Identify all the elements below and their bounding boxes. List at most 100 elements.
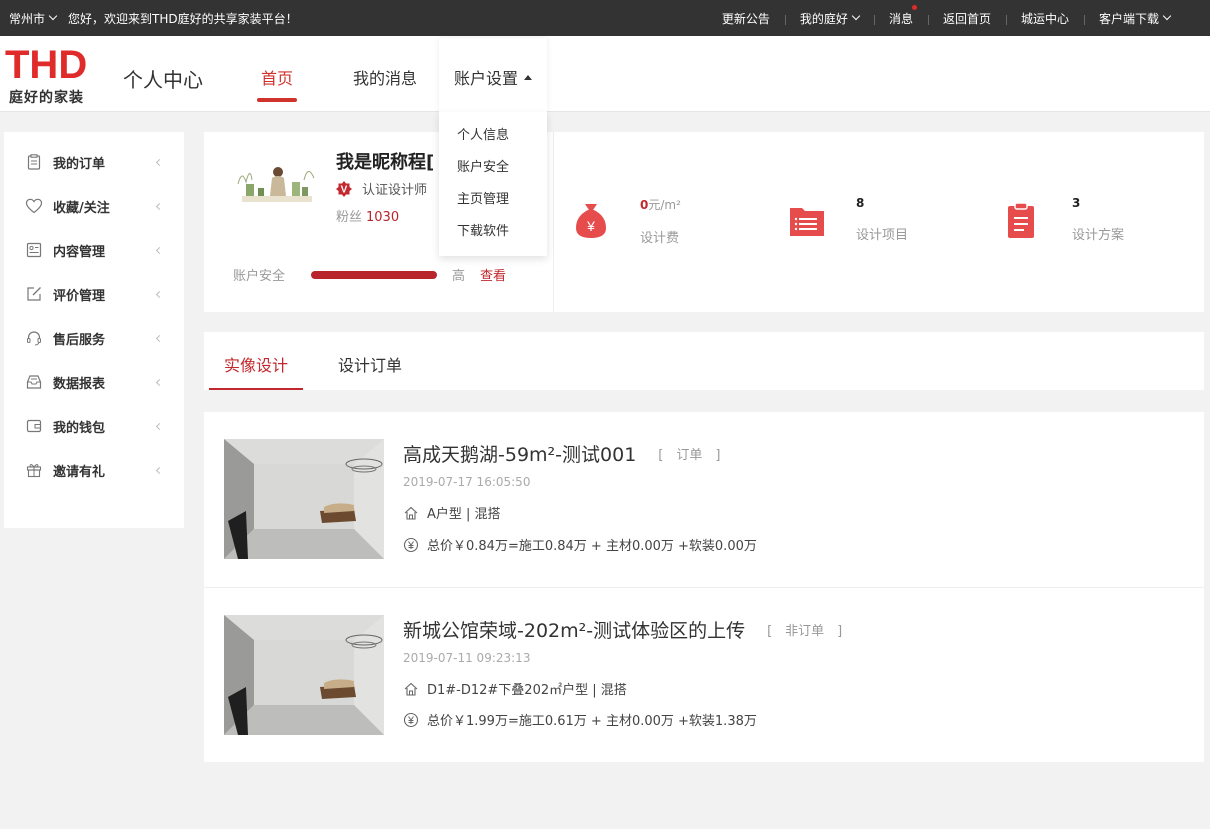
design-layout-text: A户型 | 混搭 [427,507,501,522]
design-title[interactable]: 高成天鹅湖-59m²-测试001 [ 订单 ] [403,440,720,467]
stat-design-projects[interactable]: 8 设计项目 [788,192,908,243]
account-settings-dropdown: 个人信息 账户安全 主页管理 下载软件 [439,112,547,256]
design-title[interactable]: 新城公馆荣域-202m²-测试体验区的上传 [ 非订单 ] [403,616,842,643]
city-center-link[interactable]: 城运中心 [1005,10,1084,27]
sidebar-item-favorites[interactable]: 收藏/关注 [4,184,184,228]
my-tinghao-menu[interactable]: 我的庭好 [784,10,874,27]
chevron-left-icon [155,158,164,167]
design-projects-value: 8 [856,196,865,210]
dropdown-item-homepage-management[interactable]: 主页管理 [439,188,547,220]
city-selector[interactable]: 常州市 [9,10,58,27]
cert-label: 认证设计师 [362,183,428,198]
back-home-link[interactable]: 返回首页 [927,10,1006,27]
sidebar-item-reviews[interactable]: 评价管理 [4,272,184,316]
house-icon [404,506,418,520]
client-download-label: 客户端下载 [1098,11,1159,26]
gift-icon [25,461,43,479]
design-thumbnail[interactable] [224,439,384,559]
id-card-icon [25,241,43,259]
design-thumbnail[interactable] [224,615,384,735]
dropdown-item-download-software[interactable]: 下载软件 [439,220,547,252]
clipboard-list-icon [1008,202,1034,238]
avatar[interactable] [232,154,322,216]
order-tag: [ 订单 ] [658,448,721,463]
design-layout-text: D1#-D12#下叠202㎡户型 | 混搭 [427,683,627,698]
design-price: 总价￥1.99万=施工0.61万 + 主材0.00万 +软装1.38万 [403,710,757,729]
clipboard-icon [25,153,43,171]
message-link[interactable]: 消息 [873,4,928,27]
security-level: 高 [452,269,466,284]
stat-value: 0元/m² [640,196,681,213]
nav-account-label: 账户设置 [454,69,519,88]
nav-home[interactable]: 首页 [261,65,293,89]
heart-icon [25,197,43,215]
design-layout: A户型 | 混搭 [403,503,501,522]
message-link-label: 消息 [888,11,913,26]
sidebar-item-orders[interactable]: 我的订单 [4,140,184,184]
nav-account-settings[interactable]: 账户设置 [454,65,533,89]
order-tag: [ 非订单 ] [767,624,843,639]
sidebar-item-label: 内容管理 [53,244,106,260]
stat-label: 设计方案 [1072,228,1125,243]
account-security: 账户安全 高 查看 [233,265,506,284]
house-icon [404,682,418,696]
page-title: 个人中心 [123,68,203,92]
inbox-icon [25,373,43,391]
top-bar: 常州市 您好，欢迎来到THD庭好的共享家装平台！ 更新公告 我的庭好 消息 返回… [0,0,1210,36]
dropdown-item-account-security[interactable]: 账户安全 [439,156,547,188]
design-price-text: 总价￥1.99万=施工0.61万 + 主材0.00万 +软装1.38万 [427,714,757,729]
design-layout: D1#-D12#下叠202㎡户型 | 混搭 [403,679,627,698]
fans: 粉丝 1030 [336,206,399,225]
yen-circle-icon [403,537,419,552]
list-item[interactable]: 高成天鹅湖-59m²-测试001 [ 订单 ] 2019-07-17 16:05… [204,412,1204,587]
list-item[interactable]: 新城公馆荣域-202m²-测试体验区的上传 [ 非订单 ] 2019-07-11… [204,587,1204,762]
fans-count: 1030 [366,210,400,225]
sidebar-item-label: 数据报表 [53,376,106,392]
design-date: 2019-07-17 16:05:50 [403,475,531,489]
tab-active-indicator [209,388,303,390]
design-list: 高成天鹅湖-59m²-测试001 [ 订单 ] 2019-07-17 16:05… [204,412,1204,762]
chevron-left-icon [155,246,164,255]
profile-card: 我是昵称程[ V 认证设计师 粉丝 1030 账户安全 高 查看 ¥ 0元/m² … [204,132,1204,312]
tab-design-orders[interactable]: 设计订单 [338,352,402,376]
chevron-left-icon [155,466,164,475]
wallet-icon [25,417,43,435]
certification: V 认证设计师 [336,179,427,198]
folder-list-icon [790,208,824,236]
design-price-text: 总价￥0.84万=施工0.84万 + 主材0.00万 +软装0.00万 [427,539,757,554]
sidebar-item-label: 邀请有礼 [53,464,106,480]
chevron-left-icon [155,290,164,299]
nickname: 我是昵称程[ [336,152,435,173]
notification-dot [911,4,917,10]
svg-text:V: V [341,184,348,195]
header: THD 庭好的家装 个人中心 首页 我的消息 账户设置 [0,36,1210,112]
sidebar-item-data-reports[interactable]: 数据报表 [4,360,184,404]
sidebar-item-after-sales[interactable]: 售后服务 [4,316,184,360]
stat-design-schemes[interactable]: 3 设计方案 [1004,192,1124,243]
design-title-text: 高成天鹅湖-59m²-测试001 [403,444,637,466]
dropdown-item-profile-info[interactable]: 个人信息 [439,124,547,156]
sidebar-item-label: 评价管理 [53,288,106,304]
chevron-down-icon [851,11,861,21]
notice-link-label: 更新公告 [721,11,770,26]
city-center-label: 城运中心 [1020,11,1069,26]
sidebar-item-invite[interactable]: 邀请有礼 [4,448,184,492]
fans-label: 粉丝 [336,210,363,225]
design-fee-unit: 元/m² [648,198,681,212]
chevron-down-icon [1162,11,1172,21]
sidebar-item-label: 收藏/关注 [53,200,110,216]
nav-active-indicator [257,98,297,102]
security-progress-bar [311,270,438,279]
sidebar-item-content-management[interactable]: 内容管理 [4,228,184,272]
sidebar-item-wallet[interactable]: 我的钱包 [4,404,184,448]
sidebar-item-label: 售后服务 [53,332,106,348]
verified-badge-icon: V [336,180,352,197]
nav-messages[interactable]: 我的消息 [353,65,417,89]
security-view-link[interactable]: 查看 [480,265,506,284]
chevron-left-icon [155,334,164,343]
notice-link[interactable]: 更新公告 [707,10,785,27]
design-date: 2019-07-11 09:23:13 [403,651,531,665]
sidebar: 我的订单 收藏/关注 内容管理 评价管理 售后服务 数据报表 我的钱包 邀请有礼 [4,132,184,528]
tab-real-design[interactable]: 实像设计 [224,352,288,376]
client-download-menu[interactable]: 客户端下载 [1083,10,1185,27]
